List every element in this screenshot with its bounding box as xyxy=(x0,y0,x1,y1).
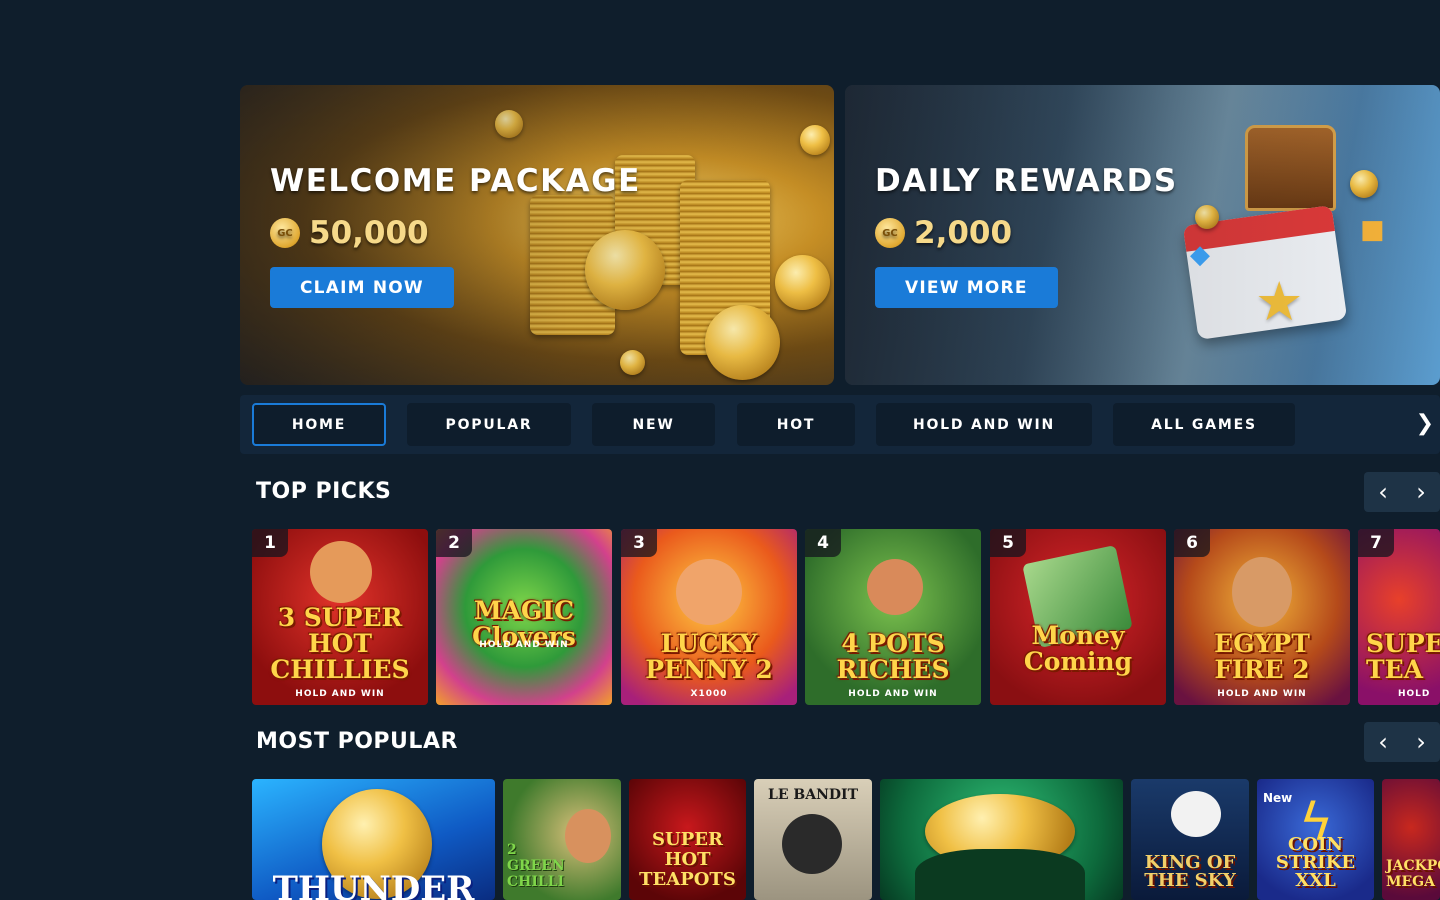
view-more-button[interactable]: VIEW MORE xyxy=(875,267,1058,308)
game-subtitle: HOLD AND WIN xyxy=(1217,689,1307,699)
game-tile[interactable]: 6 EGYPT FIRE 2 HOLD AND WIN xyxy=(1174,529,1350,705)
welcome-package-banner[interactable]: WELCOME PACKAGE GC 50,000 CLAIM NOW xyxy=(240,85,834,385)
chevron-right-icon[interactable]: › xyxy=(1402,722,1440,762)
section-title-most-popular: MOST POPULAR xyxy=(256,729,458,754)
banner-amount: GC 50,000 xyxy=(270,215,429,251)
game-title: LE BANDIT xyxy=(768,787,858,803)
game-tile[interactable]: JACKPOT MEGA xyxy=(1382,779,1440,900)
game-tile[interactable]: 7 SUPER HOT TEA HOLD xyxy=(1358,529,1440,705)
game-title: THUNDER xyxy=(272,869,475,900)
game-tile[interactable]: ϟ New COIN STRIKE XXL xyxy=(1257,779,1374,900)
gold-coin-icon: GC xyxy=(270,218,300,248)
tab-hold-and-win[interactable]: HOLD AND WIN xyxy=(876,403,1092,446)
game-tile[interactable]: THUNDER xyxy=(252,779,495,900)
category-tabs: HOME POPULAR NEW HOT HOLD AND WIN ALL GA… xyxy=(240,395,1440,454)
banner-title: WELCOME PACKAGE xyxy=(270,163,641,199)
game-subtitle: X1000 xyxy=(690,689,728,699)
game-title: Money Coming xyxy=(1023,621,1133,676)
game-title: KING OF THE SKY xyxy=(1144,852,1236,891)
game-tile[interactable]: SUPER HOT TEAPOTS xyxy=(629,779,746,900)
game-tile[interactable]: 3 LUCKY PENNY 2 X1000 xyxy=(621,529,797,705)
tab-popular[interactable]: POPULAR xyxy=(407,403,571,446)
game-title: COIN STRIKE XXL xyxy=(1275,834,1356,891)
daily-rewards-banner[interactable]: ★ ◆ ■ DAILY REWARDS GC 2,000 VIEW MORE xyxy=(845,85,1440,385)
chevron-right-icon[interactable]: › xyxy=(1402,472,1440,512)
game-title: EGYPT FIRE 2 xyxy=(1214,629,1310,684)
rank-badge: 2 xyxy=(436,529,472,557)
rank-badge: 4 xyxy=(805,529,841,557)
tab-home[interactable]: HOME xyxy=(252,403,386,446)
game-title: 2 GREEN CHILLI xyxy=(507,842,565,890)
tab-hot[interactable]: HOT xyxy=(737,403,855,446)
game-subtitle: HOLD xyxy=(1398,689,1431,699)
game-title: SUPER HOT TEA xyxy=(1366,629,1440,684)
rank-badge: 7 xyxy=(1358,529,1394,557)
game-tile[interactable]: KING OF THE SKY xyxy=(1131,779,1249,900)
banner-title: DAILY REWARDS xyxy=(875,163,1178,199)
section-title-top-picks: TOP PICKS xyxy=(256,479,392,504)
game-title: LUCKY PENNY 2 xyxy=(645,629,773,684)
claim-now-button[interactable]: CLAIM NOW xyxy=(270,267,454,308)
rank-badge: 3 xyxy=(621,529,657,557)
game-tile[interactable]: 1 3 SUPER HOT CHILLIES HOLD AND WIN xyxy=(252,529,428,705)
banner-amount: GC 2,000 xyxy=(875,215,1012,251)
tab-new[interactable]: NEW xyxy=(592,403,715,446)
game-tile[interactable]: 2 MAGIC Clovers HOLD AND WIN xyxy=(436,529,612,705)
chevron-right-icon[interactable]: ❯ xyxy=(1416,411,1434,436)
game-title: JACKPOT MEGA xyxy=(1386,858,1440,890)
game-subtitle: HOLD AND WIN xyxy=(295,689,385,699)
game-tile[interactable]: 4 4 POTS RICHES HOLD AND WIN xyxy=(805,529,981,705)
most-popular-carousel-controls: ‹ › xyxy=(1364,722,1440,762)
rank-badge: 6 xyxy=(1174,529,1210,557)
chevron-left-icon[interactable]: ‹ xyxy=(1364,722,1402,762)
game-tile[interactable]: 5 Money Coming xyxy=(990,529,1166,705)
tab-all-games[interactable]: ALL GAMES xyxy=(1113,403,1295,446)
game-title: SUPER HOT TEAPOTS xyxy=(639,829,736,890)
game-tile[interactable] xyxy=(880,779,1123,900)
game-subtitle: HOLD AND WIN xyxy=(848,689,938,699)
rank-badge: 1 xyxy=(252,529,288,557)
game-tile[interactable]: LE BANDIT xyxy=(754,779,872,900)
game-subtitle: HOLD AND WIN xyxy=(479,640,569,650)
chevron-left-icon[interactable]: ‹ xyxy=(1364,472,1402,512)
rank-badge: 5 xyxy=(990,529,1026,557)
top-picks-carousel-controls: ‹ › xyxy=(1364,472,1440,512)
gold-coin-icon: GC xyxy=(875,218,905,248)
game-title: 4 POTS RICHES xyxy=(836,629,950,684)
new-badge: New xyxy=(1263,791,1293,805)
game-title: 3 SUPER HOT CHILLIES xyxy=(270,603,410,684)
game-tile[interactable]: 2 GREEN CHILLI xyxy=(503,779,621,900)
